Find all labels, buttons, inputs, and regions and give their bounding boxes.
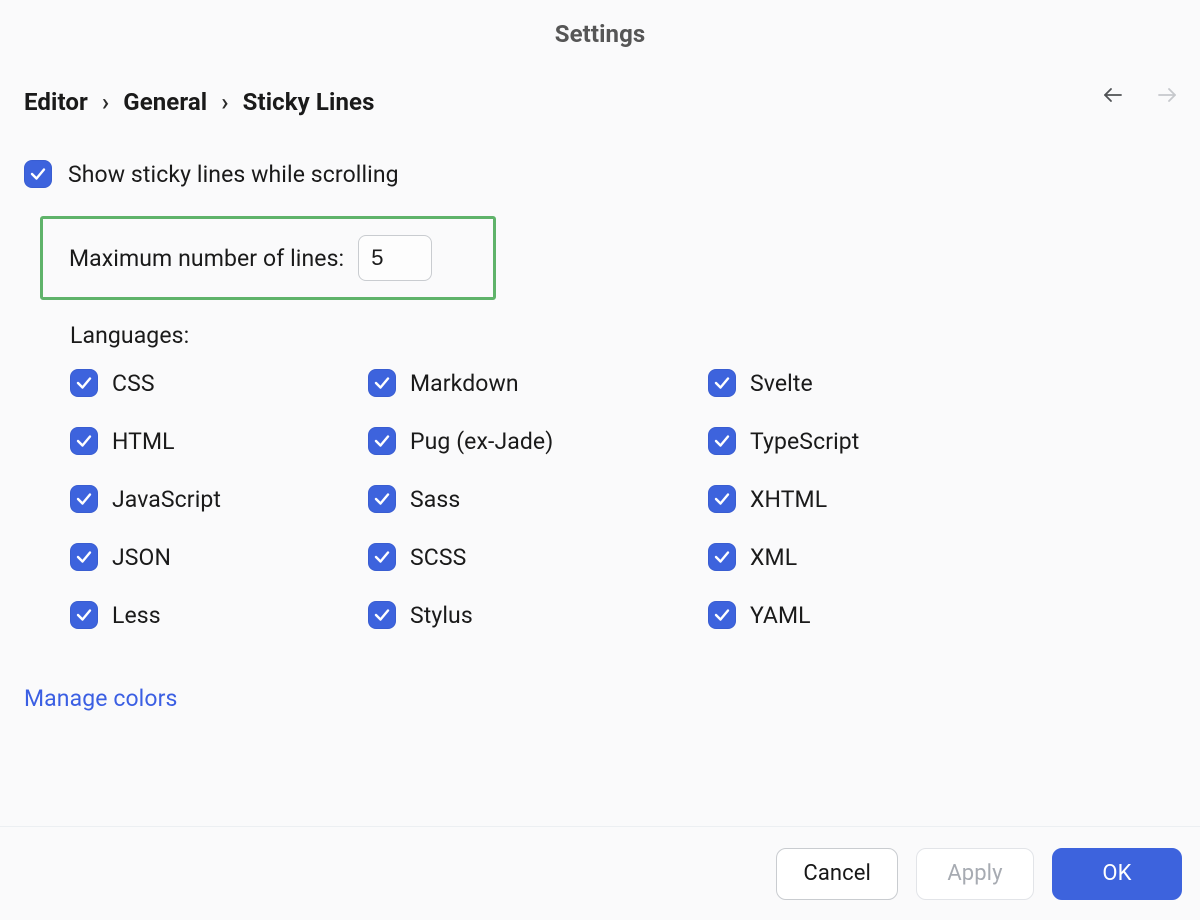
lang-checkbox-typescript[interactable]: [708, 427, 736, 455]
check-icon: [75, 432, 93, 450]
lang-checkbox-yaml[interactable]: [708, 601, 736, 629]
lang-item-sass: Sass: [368, 485, 708, 513]
lang-checkbox-pug[interactable]: [368, 427, 396, 455]
lang-checkbox-svelte[interactable]: [708, 369, 736, 397]
lang-label: TypeScript: [750, 428, 859, 455]
show-sticky-row: Show sticky lines while scrolling: [24, 160, 1176, 188]
lang-label: Markdown: [410, 370, 519, 397]
lang-checkbox-xml[interactable]: [708, 543, 736, 571]
lang-checkbox-scss[interactable]: [368, 543, 396, 571]
show-sticky-label: Show sticky lines while scrolling: [68, 161, 399, 188]
lang-checkbox-css[interactable]: [70, 369, 98, 397]
lang-label: Pug (ex-Jade): [410, 428, 553, 455]
lang-item-xhtml: XHTML: [708, 485, 1006, 513]
max-lines-label: Maximum number of lines:: [69, 245, 344, 272]
languages-label: Languages:: [70, 322, 1176, 349]
show-sticky-checkbox[interactable]: [24, 160, 52, 188]
lang-checkbox-sass[interactable]: [368, 485, 396, 513]
check-icon: [75, 548, 93, 566]
arrow-left-icon: [1101, 83, 1125, 107]
breadcrumb-item-general[interactable]: General: [123, 88, 207, 116]
lang-item-scss: SCSS: [368, 543, 708, 571]
lang-label: SCSS: [410, 544, 466, 571]
lang-item-html: HTML: [70, 427, 368, 455]
lang-label: CSS: [112, 370, 155, 397]
lang-label: YAML: [750, 602, 811, 629]
lang-checkbox-javascript[interactable]: [70, 485, 98, 513]
lang-checkbox-json[interactable]: [70, 543, 98, 571]
lang-label: Less: [112, 602, 161, 629]
arrow-right-icon: [1155, 83, 1179, 107]
check-icon: [29, 165, 47, 183]
lang-item-xml: XML: [708, 543, 1006, 571]
ok-button[interactable]: OK: [1052, 848, 1182, 900]
check-icon: [373, 490, 391, 508]
breadcrumb-separator: ›: [221, 88, 228, 116]
check-icon: [373, 374, 391, 392]
check-icon: [713, 490, 731, 508]
max-lines-input[interactable]: [358, 235, 432, 281]
check-icon: [373, 606, 391, 624]
lang-label: Sass: [410, 486, 460, 513]
lang-item-markdown: Markdown: [368, 369, 708, 397]
lang-checkbox-stylus[interactable]: [368, 601, 396, 629]
check-icon: [75, 606, 93, 624]
back-button[interactable]: [1100, 84, 1126, 106]
lang-label: JSON: [112, 544, 171, 571]
lang-checkbox-markdown[interactable]: [368, 369, 396, 397]
lang-item-svelte: Svelte: [708, 369, 1006, 397]
lang-label: XHTML: [750, 486, 827, 513]
breadcrumb-separator: ›: [102, 88, 109, 116]
forward-button[interactable]: [1154, 84, 1180, 106]
check-icon: [713, 548, 731, 566]
lang-checkbox-html[interactable]: [70, 427, 98, 455]
page-title: Settings: [0, 20, 1200, 48]
check-icon: [75, 490, 93, 508]
lang-label: Stylus: [410, 602, 473, 629]
lang-label: HTML: [112, 428, 175, 455]
lang-checkbox-xhtml[interactable]: [708, 485, 736, 513]
languages-grid: CSS Markdown Svelte HTML Pug (ex-Jade): [70, 369, 1176, 629]
lang-item-json: JSON: [70, 543, 368, 571]
check-icon: [373, 432, 391, 450]
lang-item-css: CSS: [70, 369, 368, 397]
breadcrumb: Editor › General › Sticky Lines: [24, 88, 375, 116]
lang-label: XML: [750, 544, 797, 571]
check-icon: [75, 374, 93, 392]
lang-item-javascript: JavaScript: [70, 485, 368, 513]
cancel-button[interactable]: Cancel: [776, 848, 898, 900]
settings-content: Show sticky lines while scrolling Maximu…: [24, 160, 1176, 712]
check-icon: [713, 374, 731, 392]
manage-colors-link[interactable]: Manage colors: [24, 685, 177, 712]
settings-dialog: Settings Editor › General › Sticky Lines: [0, 0, 1200, 920]
lang-item-yaml: YAML: [708, 601, 1006, 629]
check-icon: [713, 606, 731, 624]
lang-item-typescript: TypeScript: [708, 427, 1006, 455]
nav-arrows: [1100, 84, 1180, 106]
check-icon: [713, 432, 731, 450]
lang-label: JavaScript: [112, 486, 221, 513]
lang-label: Svelte: [750, 370, 813, 397]
max-lines-highlight: Maximum number of lines:: [40, 216, 496, 300]
dialog-footer: Cancel Apply OK: [0, 826, 1200, 920]
breadcrumb-item-editor[interactable]: Editor: [24, 88, 88, 116]
lang-item-pug: Pug (ex-Jade): [368, 427, 708, 455]
lang-checkbox-less[interactable]: [70, 601, 98, 629]
check-icon: [373, 548, 391, 566]
lang-item-less: Less: [70, 601, 368, 629]
apply-button[interactable]: Apply: [916, 848, 1034, 900]
breadcrumb-item-current: Sticky Lines: [243, 88, 375, 116]
lang-item-stylus: Stylus: [368, 601, 708, 629]
